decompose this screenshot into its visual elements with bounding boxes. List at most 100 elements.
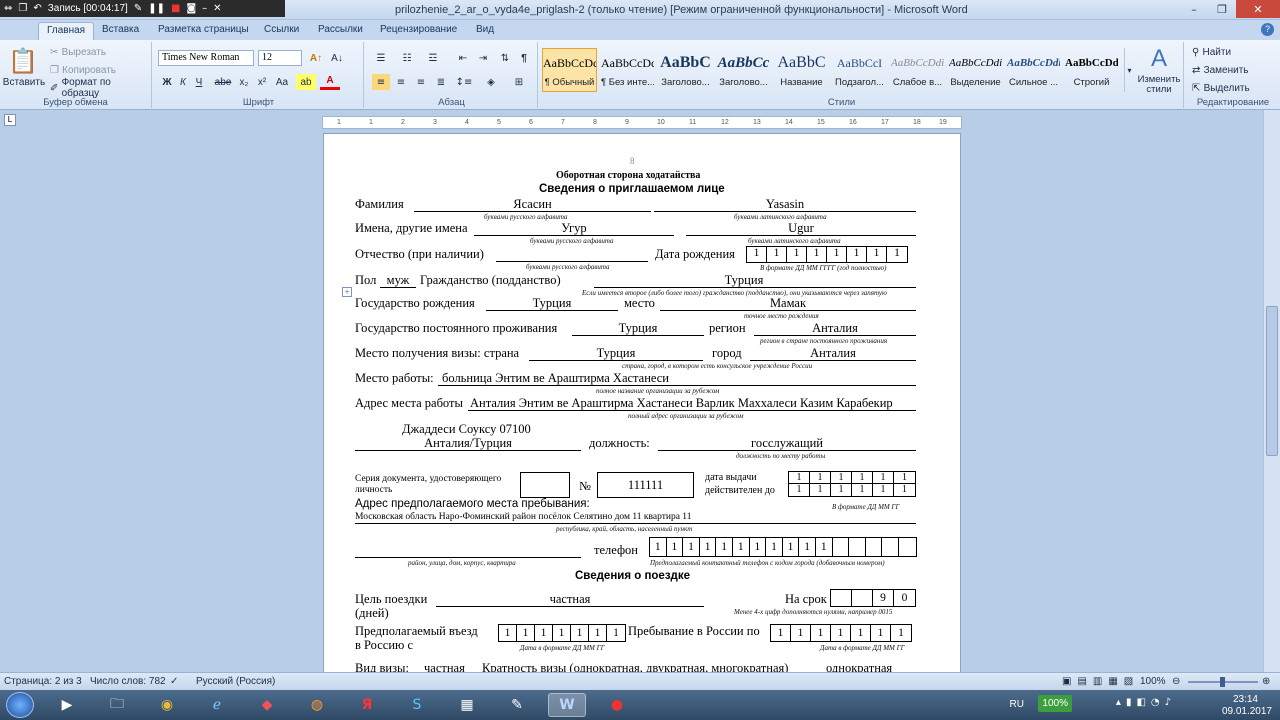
document-page[interactable]: 8 Оборотная сторона ходатайства Сведения… bbox=[323, 133, 961, 673]
zoom-out-icon[interactable]: ⊖ bbox=[1172, 676, 1180, 687]
purpose-value[interactable]: частная bbox=[436, 592, 704, 607]
notes-icon[interactable]: ✎ bbox=[498, 693, 536, 717]
font-size-box[interactable]: 12 bbox=[258, 50, 302, 66]
skype-icon[interactable]: S bbox=[398, 693, 436, 717]
font-name-box[interactable]: Times New Roman bbox=[158, 50, 254, 66]
id-series-box[interactable] bbox=[520, 472, 570, 498]
select-button[interactable]: ⇱ Выделить bbox=[1192, 80, 1250, 96]
work-value[interactable]: больница Энтим ве Араштирма Хастанеси bbox=[442, 371, 669, 386]
explorer-icon[interactable]: 🗀 bbox=[98, 693, 136, 717]
shrink-font-icon[interactable]: A↓ bbox=[328, 50, 346, 66]
style-heading-2[interactable]: AaBbCc Заголово... bbox=[716, 48, 771, 92]
align-left-icon[interactable]: ≡ bbox=[372, 74, 390, 90]
highlight-icon[interactable]: ab bbox=[296, 74, 316, 90]
shading-icon[interactable]: ◈ bbox=[480, 74, 502, 90]
yandex-icon[interactable]: Я bbox=[348, 693, 386, 717]
change-styles-button[interactable]: Изменить стили bbox=[1134, 74, 1184, 96]
start-button[interactable] bbox=[6, 692, 34, 718]
view-buttons-icon[interactable]: ▣▤▥▦▧ bbox=[1062, 676, 1139, 687]
multilevel-list-icon[interactable]: ☲ bbox=[424, 50, 442, 66]
tab-page-layout[interactable]: Разметка страницы bbox=[150, 22, 257, 40]
cut-button[interactable]: ✂ Вырезать bbox=[50, 44, 106, 60]
record-icon[interactable]: ■ bbox=[171, 3, 180, 14]
sort-icon[interactable]: ⇅ bbox=[496, 50, 514, 66]
align-right-icon[interactable]: ≡ bbox=[412, 74, 430, 90]
visa-country[interactable]: Турция bbox=[529, 346, 703, 361]
clock-date[interactable]: 09.01.2017 bbox=[1222, 706, 1272, 717]
strikethrough-icon[interactable]: abe bbox=[214, 74, 232, 90]
decrease-indent-icon[interactable]: ⇤ bbox=[454, 50, 472, 66]
style-no-spacing[interactable]: AaBbCcDc ¶ Без инте... bbox=[600, 48, 655, 92]
style-normal[interactable]: AaBbCcDc ¶ Обычный bbox=[542, 48, 597, 92]
style-title[interactable]: AaBbC Название bbox=[774, 48, 829, 92]
numbering-icon[interactable]: ☷ bbox=[398, 50, 416, 66]
dob-grid[interactable]: 11111111 bbox=[746, 246, 908, 263]
change-case-icon[interactable]: Aa bbox=[274, 74, 290, 90]
proofing-icon[interactable]: ✓ bbox=[170, 676, 178, 687]
copy-button[interactable]: ❐ Копировать bbox=[50, 62, 116, 78]
borders-icon[interactable]: ⊞ bbox=[508, 74, 530, 90]
table-move-handle-icon[interactable]: + bbox=[342, 287, 352, 297]
visa-city[interactable]: Анталия bbox=[750, 346, 916, 361]
tab-selector[interactable]: L bbox=[4, 114, 16, 126]
help-icon[interactable]: ? bbox=[1261, 23, 1274, 36]
find-button[interactable]: ⚲ Найти bbox=[1192, 44, 1231, 60]
battery-indicator[interactable]: 100% bbox=[1038, 695, 1072, 712]
keyboard-language[interactable]: RU bbox=[1010, 699, 1024, 710]
work-address-line3[interactable]: Анталия/Турция bbox=[355, 436, 581, 451]
stay-grid[interactable]: 1111111 bbox=[770, 624, 912, 642]
residence-value[interactable]: Турция bbox=[572, 321, 704, 336]
font-color-icon[interactable]: A bbox=[320, 74, 340, 90]
chrome-icon[interactable]: ◉ bbox=[148, 693, 186, 717]
close-button[interactable]: ✕ bbox=[1236, 0, 1280, 18]
pen-icon[interactable]: ✎ bbox=[134, 3, 142, 14]
bullets-icon[interactable]: ☰ bbox=[372, 50, 390, 66]
replace-button[interactable]: ⇄ Заменить bbox=[1192, 62, 1249, 78]
language-status[interactable]: Русский (Россия) bbox=[196, 676, 275, 687]
issue-date-grid[interactable]: 111111 bbox=[788, 471, 916, 484]
minimize-button[interactable]: – bbox=[1180, 0, 1208, 18]
restore-icon[interactable]: ❐ bbox=[18, 3, 27, 14]
minimize-recorder-icon[interactable]: – bbox=[202, 3, 207, 14]
style-emphasis[interactable]: AaBbCcDdi Выделение bbox=[948, 48, 1003, 92]
tab-review[interactable]: Рецензирование bbox=[372, 22, 465, 40]
paste-button[interactable]: Вставить bbox=[2, 74, 46, 90]
format-painter-button[interactable]: ✐ Формат по образцу bbox=[50, 77, 151, 99]
word-count[interactable]: Число слов: 782 bbox=[90, 676, 166, 687]
underline-icon[interactable]: Ч bbox=[192, 74, 206, 90]
justify-icon[interactable]: ≣ bbox=[432, 74, 450, 90]
style-subtitle[interactable]: AaBbCcI Подзагол... bbox=[832, 48, 887, 92]
valid-until-grid[interactable]: 111111 bbox=[788, 484, 916, 497]
citizenship-value[interactable]: Турция bbox=[594, 273, 894, 288]
term-grid[interactable]: 90 bbox=[830, 589, 916, 607]
recorder-app-icon[interactable]: ● bbox=[598, 693, 636, 717]
surname-ru[interactable]: Ясасин bbox=[414, 197, 651, 212]
names-ru[interactable]: Угур bbox=[474, 221, 674, 236]
style-intense-emphasis[interactable]: AaBbCcDdi Сильное ... bbox=[1006, 48, 1061, 92]
work-address-line2[interactable]: Джаддеси Соуксу 07100 bbox=[402, 422, 531, 437]
id-number-box[interactable]: 111111 bbox=[597, 472, 694, 498]
zoom-slider-handle[interactable] bbox=[1220, 677, 1225, 687]
names-lat[interactable]: Ugur bbox=[686, 221, 916, 236]
paste-icon[interactable]: 📋 bbox=[6, 44, 40, 78]
bold-icon[interactable]: Ж bbox=[160, 74, 174, 90]
show-marks-icon[interactable]: ¶ bbox=[516, 50, 532, 66]
page-count[interactable]: Страница: 2 из 3 bbox=[4, 676, 82, 687]
camera-icon[interactable]: ◙ bbox=[186, 3, 196, 14]
firefox-icon[interactable]: ◍ bbox=[298, 693, 336, 717]
superscript-icon[interactable]: x² bbox=[254, 74, 270, 90]
zoom-in-icon[interactable]: ⊕ bbox=[1262, 676, 1270, 687]
tray-icons[interactable]: ▴▮◧◔♪ bbox=[1116, 697, 1176, 708]
sex-value[interactable]: муж bbox=[380, 273, 416, 288]
subscript-icon[interactable]: x₂ bbox=[236, 74, 252, 90]
align-center-icon[interactable]: ≡ bbox=[392, 74, 410, 90]
work-address-value[interactable]: Анталия Энтим ве Араштирма Хастанеси Вар… bbox=[470, 396, 893, 411]
ie-icon[interactable]: ℯ bbox=[198, 693, 236, 717]
region-value[interactable]: Анталия bbox=[754, 321, 916, 336]
tab-references[interactable]: Ссылки bbox=[256, 22, 307, 40]
tab-mailings[interactable]: Рассылки bbox=[310, 22, 371, 40]
maximize-button[interactable]: ❐ bbox=[1208, 0, 1236, 18]
scroll-thumb[interactable] bbox=[1266, 306, 1278, 456]
birth-place-value[interactable]: Мамак bbox=[660, 296, 916, 311]
clock-time[interactable]: 23:14 bbox=[1233, 694, 1258, 705]
